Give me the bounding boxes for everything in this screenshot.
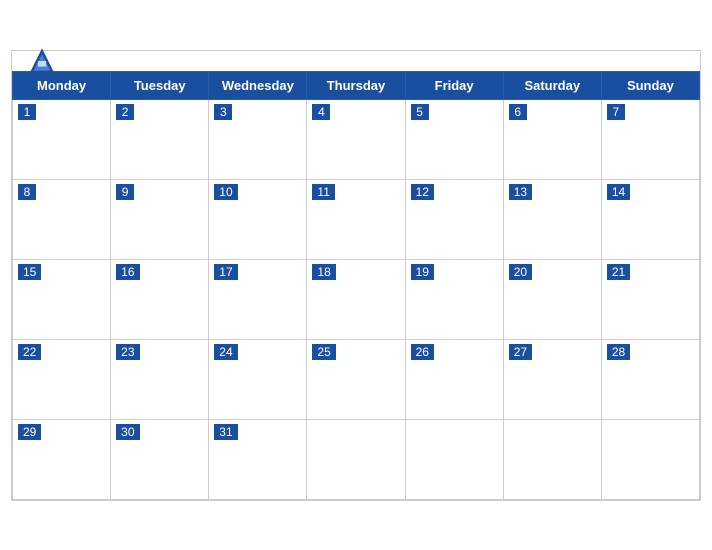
calendar-cell: 10 bbox=[209, 179, 307, 259]
calendar-cell: 18 bbox=[307, 259, 405, 339]
calendar-cell: 2 bbox=[111, 99, 209, 179]
calendar-cell: 16 bbox=[111, 259, 209, 339]
day-number: 16 bbox=[116, 264, 139, 280]
day-number: 5 bbox=[411, 104, 429, 120]
day-number: 20 bbox=[509, 264, 532, 280]
day-number: 24 bbox=[214, 344, 237, 360]
weekday-header-tuesday: Tuesday bbox=[111, 71, 209, 99]
day-number: 2 bbox=[116, 104, 134, 120]
calendar-cell: 12 bbox=[405, 179, 503, 259]
calendar-cell: 22 bbox=[13, 339, 111, 419]
weekday-header-monday: Monday bbox=[13, 71, 111, 99]
calendar-cell: 31 bbox=[209, 419, 307, 499]
calendar-cell bbox=[307, 419, 405, 499]
day-number: 10 bbox=[214, 184, 237, 200]
day-number: 25 bbox=[312, 344, 335, 360]
calendar: MondayTuesdayWednesdayThursdayFridaySatu… bbox=[11, 50, 701, 501]
calendar-cell bbox=[405, 419, 503, 499]
day-number: 28 bbox=[607, 344, 630, 360]
calendar-cell: 19 bbox=[405, 259, 503, 339]
calendar-cell: 28 bbox=[601, 339, 699, 419]
calendar-cell: 25 bbox=[307, 339, 405, 419]
calendar-cell: 15 bbox=[13, 259, 111, 339]
calendar-cell: 7 bbox=[601, 99, 699, 179]
calendar-cell bbox=[601, 419, 699, 499]
calendar-cell: 26 bbox=[405, 339, 503, 419]
week-row-3: 15 16 17 18 19 20 21 bbox=[13, 259, 700, 339]
calendar-cell: 13 bbox=[503, 179, 601, 259]
calendar-cell: 6 bbox=[503, 99, 601, 179]
day-number: 12 bbox=[411, 184, 434, 200]
day-number: 1 bbox=[18, 104, 36, 120]
calendar-cell: 30 bbox=[111, 419, 209, 499]
calendar-cell: 14 bbox=[601, 179, 699, 259]
calendar-cell: 29 bbox=[13, 419, 111, 499]
weekday-header-saturday: Saturday bbox=[503, 71, 601, 99]
weekday-header-wednesday: Wednesday bbox=[209, 71, 307, 99]
week-row-5: 29 30 31 bbox=[13, 419, 700, 499]
day-number: 13 bbox=[509, 184, 532, 200]
weekday-header-sunday: Sunday bbox=[601, 71, 699, 99]
calendar-cell: 8 bbox=[13, 179, 111, 259]
calendar-cell: 21 bbox=[601, 259, 699, 339]
day-number: 18 bbox=[312, 264, 335, 280]
calendar-cell: 5 bbox=[405, 99, 503, 179]
calendar-cell: 11 bbox=[307, 179, 405, 259]
calendar-cell: 27 bbox=[503, 339, 601, 419]
general-blue-logo-icon bbox=[28, 47, 56, 75]
day-number: 7 bbox=[607, 104, 625, 120]
day-number: 27 bbox=[509, 344, 532, 360]
logo-area bbox=[28, 47, 60, 75]
calendar-cell: 3 bbox=[209, 99, 307, 179]
calendar-cell: 23 bbox=[111, 339, 209, 419]
day-number: 31 bbox=[214, 424, 237, 440]
weekday-header-friday: Friday bbox=[405, 71, 503, 99]
day-number: 29 bbox=[18, 424, 41, 440]
calendar-cell: 1 bbox=[13, 99, 111, 179]
calendar-header bbox=[12, 51, 700, 71]
calendar-table: MondayTuesdayWednesdayThursdayFridaySatu… bbox=[12, 71, 700, 500]
day-number: 21 bbox=[607, 264, 630, 280]
day-number: 15 bbox=[18, 264, 41, 280]
day-number: 14 bbox=[607, 184, 630, 200]
calendar-cell: 20 bbox=[503, 259, 601, 339]
day-number: 17 bbox=[214, 264, 237, 280]
calendar-cell bbox=[503, 419, 601, 499]
day-number: 8 bbox=[18, 184, 36, 200]
week-row-4: 22 23 24 25 26 27 28 bbox=[13, 339, 700, 419]
day-number: 23 bbox=[116, 344, 139, 360]
day-number: 9 bbox=[116, 184, 134, 200]
day-number: 3 bbox=[214, 104, 232, 120]
weekday-header-thursday: Thursday bbox=[307, 71, 405, 99]
week-row-2: 8 9 10 11 12 13 14 bbox=[13, 179, 700, 259]
day-number: 19 bbox=[411, 264, 434, 280]
day-number: 11 bbox=[312, 184, 334, 200]
day-number: 22 bbox=[18, 344, 41, 360]
day-number: 6 bbox=[509, 104, 527, 120]
calendar-cell: 24 bbox=[209, 339, 307, 419]
day-number: 30 bbox=[116, 424, 139, 440]
day-number: 26 bbox=[411, 344, 434, 360]
day-number: 4 bbox=[312, 104, 330, 120]
calendar-cell: 17 bbox=[209, 259, 307, 339]
calendar-cell: 9 bbox=[111, 179, 209, 259]
week-row-1: 1 2 3 4 5 6 7 bbox=[13, 99, 700, 179]
calendar-cell: 4 bbox=[307, 99, 405, 179]
weekday-header-row: MondayTuesdayWednesdayThursdayFridaySatu… bbox=[13, 71, 700, 99]
